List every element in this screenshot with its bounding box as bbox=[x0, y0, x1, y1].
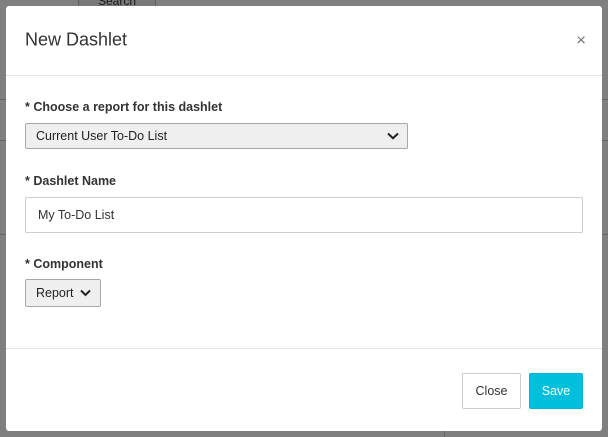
dashlet-name-label: * Dashlet Name bbox=[25, 174, 117, 188]
new-dashlet-dialog: New Dashlet × * Choose a report for this… bbox=[6, 6, 602, 431]
component-select[interactable]: Report bbox=[25, 279, 101, 307]
report-select-value: Current User To-Do List bbox=[36, 129, 168, 143]
dialog-title: New Dashlet bbox=[25, 29, 128, 50]
chevron-down-icon bbox=[387, 132, 399, 140]
report-select[interactable]: Current User To-Do List bbox=[25, 123, 408, 149]
chevron-down-icon bbox=[80, 289, 91, 297]
dialog-header: New Dashlet × bbox=[6, 6, 602, 76]
close-button[interactable]: Close bbox=[462, 373, 521, 409]
close-icon[interactable]: × bbox=[576, 32, 586, 49]
component-field-label: * Component bbox=[25, 257, 103, 271]
dialog-body: * Choose a report for this dashlet Curre… bbox=[6, 76, 602, 349]
report-field-label: * Choose a report for this dashlet bbox=[25, 100, 223, 114]
save-button[interactable]: Save bbox=[529, 373, 583, 409]
dashlet-name-value: My To-Do List bbox=[38, 208, 115, 222]
component-select-value: Report bbox=[36, 286, 74, 300]
dashlet-name-input[interactable]: My To-Do List bbox=[25, 197, 583, 233]
